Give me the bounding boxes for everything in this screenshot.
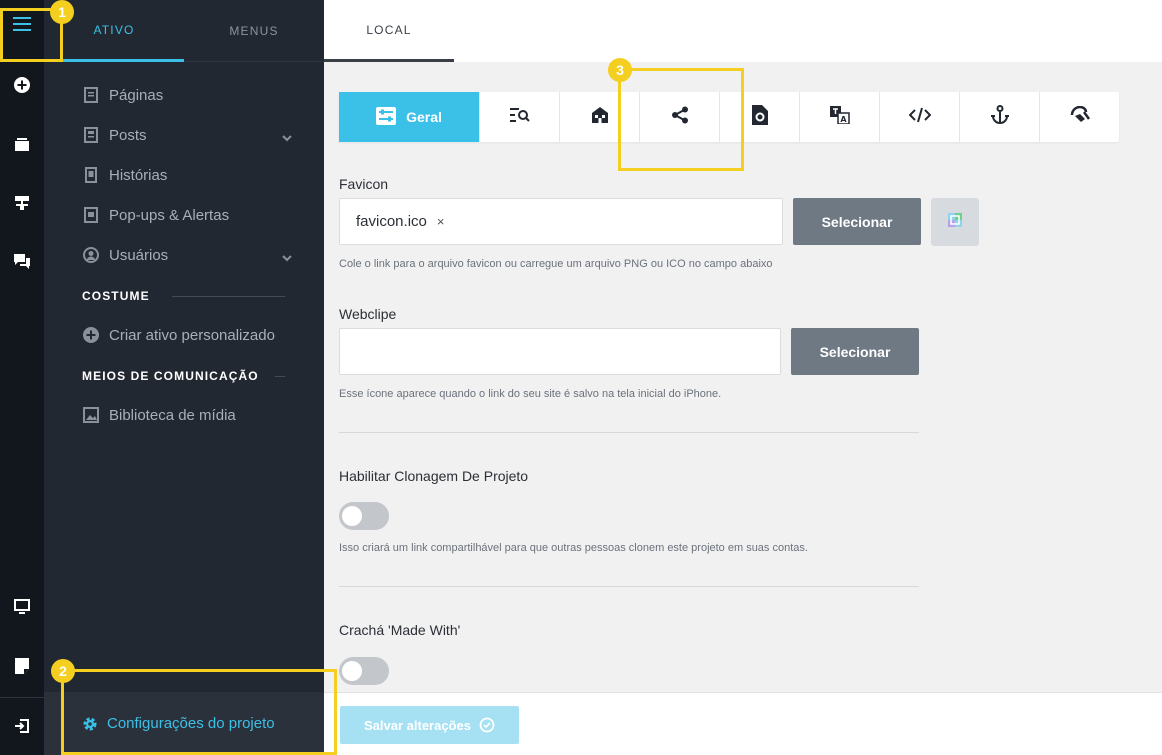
tab-general[interactable]: Geral bbox=[339, 92, 479, 142]
made-with-badge-toggle[interactable] bbox=[339, 657, 389, 685]
seo-search-icon bbox=[509, 107, 530, 128]
tab-translate[interactable]: A bbox=[799, 92, 879, 142]
sidebar-tabs: ATIVO MENUS bbox=[44, 0, 324, 62]
top-bar: LOCAL bbox=[324, 0, 1162, 62]
general-sliders-icon bbox=[376, 106, 397, 128]
icon-rail bbox=[0, 0, 44, 755]
bug-icon bbox=[1070, 105, 1090, 129]
sidebar-item-media-library[interactable]: Biblioteca de mídia bbox=[82, 400, 292, 430]
tab-local[interactable]: LOCAL bbox=[324, 0, 454, 62]
favicon-value: favicon.ico bbox=[356, 213, 427, 230]
popups-icon bbox=[82, 206, 100, 224]
image-gallery-icon bbox=[82, 406, 100, 424]
tab-seo[interactable] bbox=[479, 92, 559, 142]
toggle-knob bbox=[342, 506, 362, 526]
layers-icon[interactable] bbox=[0, 129, 44, 159]
sidebar-item-label: Biblioteca de mídia bbox=[109, 406, 236, 424]
clear-icon[interactable]: × bbox=[437, 214, 445, 229]
save-label: Salvar alterações bbox=[364, 717, 471, 733]
save-changes-button[interactable]: Salvar alterações bbox=[340, 706, 519, 744]
stories-icon bbox=[82, 166, 100, 184]
add-circle-icon[interactable] bbox=[0, 70, 44, 100]
rail-divider bbox=[0, 697, 44, 698]
user-icon bbox=[82, 246, 100, 264]
sidebar-item-label: Criar ativo personalizado bbox=[109, 326, 275, 344]
exit-icon[interactable] bbox=[0, 711, 44, 741]
note-icon[interactable] bbox=[0, 651, 44, 681]
chat-bubbles-icon[interactable] bbox=[0, 246, 44, 276]
translate-icon: A bbox=[829, 105, 850, 129]
pages-icon bbox=[82, 86, 100, 104]
webclip-help-text: Esse ícone aparece quando o link do seu … bbox=[339, 388, 722, 400]
tab-custom-code[interactable] bbox=[879, 92, 959, 142]
webclip-field[interactable] bbox=[339, 328, 781, 375]
section-heading-custom: COSTUME bbox=[82, 289, 150, 303]
sidebar-item-label: Posts bbox=[109, 126, 147, 144]
check-circle-icon bbox=[479, 717, 495, 733]
cloning-help-text: Isso criará um link compartilhável para … bbox=[339, 542, 808, 554]
callout-badge-1: 1 bbox=[50, 0, 74, 24]
image-preview-icon bbox=[948, 212, 962, 232]
tab-debug[interactable] bbox=[1039, 92, 1119, 142]
cloning-toggle[interactable] bbox=[339, 502, 389, 530]
section-heading-media: MEIOS DE COMUNICAÇÃO bbox=[82, 369, 259, 383]
webclip-label: Webclipe bbox=[339, 306, 397, 322]
favicon-help-text: Cole o link para o arquivo favicon ou ca… bbox=[339, 258, 773, 270]
desktop-icon[interactable] bbox=[0, 592, 44, 622]
paint-roller-icon[interactable] bbox=[0, 188, 44, 218]
chevron-down-icon[interactable] bbox=[282, 249, 292, 266]
callout-badge-2: 2 bbox=[51, 659, 75, 683]
store-icon bbox=[590, 106, 610, 129]
section-divider bbox=[339, 586, 919, 587]
posts-icon bbox=[82, 126, 100, 144]
sidebar-item-label: Usuários bbox=[109, 246, 169, 264]
sidebar-item-label: Páginas bbox=[109, 86, 164, 104]
code-icon bbox=[908, 107, 931, 128]
tab-general-label: Geral bbox=[406, 109, 442, 125]
sidebar-item-stories[interactable]: Histórias bbox=[82, 160, 292, 190]
favicon-preview bbox=[931, 198, 979, 246]
anchor-icon bbox=[990, 104, 1010, 130]
chevron-down-icon[interactable] bbox=[282, 129, 292, 146]
sidebar-item-create-custom[interactable]: Criar ativo personalizado bbox=[82, 320, 292, 350]
document-gear-icon bbox=[751, 104, 768, 130]
add-circle-icon bbox=[82, 326, 100, 344]
made-with-badge-label: Crachá 'Made With' bbox=[339, 622, 461, 638]
sidebar-item-popups[interactable]: Pop-ups & Alertas bbox=[82, 200, 292, 230]
webclip-select-button[interactable]: Selecionar bbox=[791, 328, 919, 375]
sidebar-item-users[interactable]: Usuários bbox=[82, 240, 292, 270]
favicon-field[interactable]: favicon.ico × bbox=[339, 198, 783, 245]
callout-box-2 bbox=[61, 669, 337, 755]
tab-anchors[interactable] bbox=[959, 92, 1039, 142]
tab-menus[interactable]: MENUS bbox=[184, 0, 324, 62]
section-divider bbox=[172, 296, 285, 297]
sidebar-item-label: Histórias bbox=[109, 166, 168, 184]
callout-badge-3: 3 bbox=[608, 58, 632, 82]
sidebar-item-pages[interactable]: Páginas bbox=[82, 80, 292, 110]
section-divider bbox=[275, 376, 285, 377]
cloning-label: Habilitar Clonagem De Projeto bbox=[339, 468, 529, 484]
sidebar-item-posts[interactable]: Posts bbox=[82, 120, 292, 150]
favicon-label: Favicon bbox=[339, 176, 389, 192]
svg-text:A: A bbox=[840, 115, 847, 124]
section-divider bbox=[339, 432, 919, 433]
callout-box-3 bbox=[618, 68, 744, 171]
sidebar-item-label: Pop-ups & Alertas bbox=[109, 206, 230, 224]
sidebar: ATIVO MENUS Páginas Posts Histórias Pop-… bbox=[44, 0, 324, 755]
favicon-select-button[interactable]: Selecionar bbox=[793, 198, 921, 245]
toggle-knob bbox=[342, 661, 362, 681]
